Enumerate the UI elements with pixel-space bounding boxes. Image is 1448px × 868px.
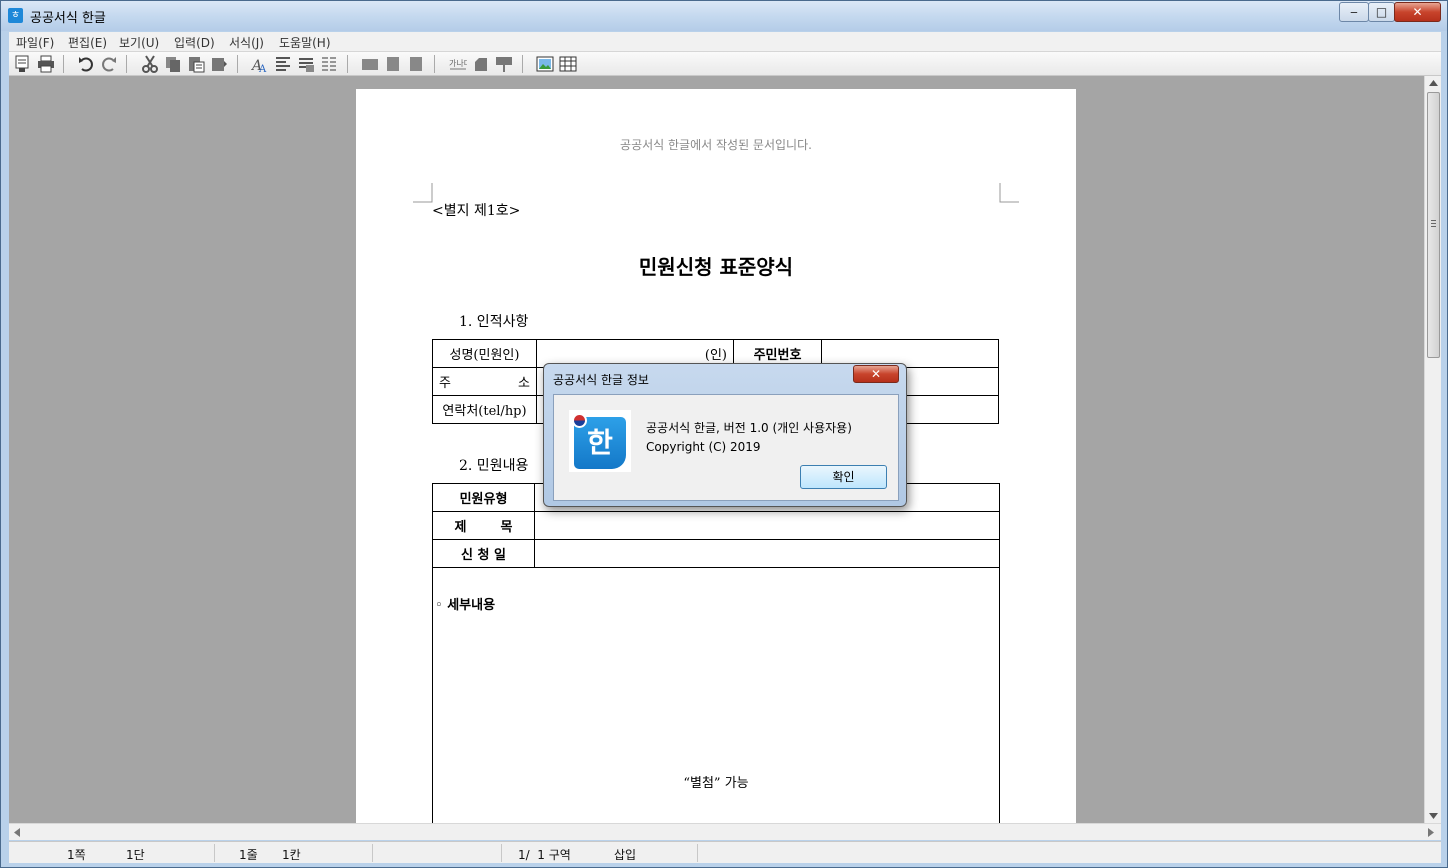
copy-icon[interactable] (164, 55, 182, 73)
page-icon[interactable] (407, 55, 425, 73)
section-personal-heading: 1. 인적사항 (459, 314, 529, 330)
vertical-scroll-thumb[interactable] (1427, 92, 1440, 358)
detail-label: ◦ 세부내용 (435, 598, 496, 613)
paste-icon[interactable] (187, 55, 205, 73)
dialog-copyright-text: Copyright (C) 2019 (646, 440, 761, 454)
font-icon[interactable]: AA (251, 55, 269, 73)
redo-icon[interactable] (100, 55, 118, 73)
toolbar-separator (347, 55, 348, 73)
menu-view[interactable]: 보기(U) (119, 34, 159, 51)
contact-label: 연락처(tel/hp) (432, 395, 537, 424)
status-separator (214, 844, 215, 862)
complaint-type-label: 민원유형 (432, 483, 535, 512)
request-date-label: 신 청 일 (432, 539, 535, 568)
status-line: 1줄 (239, 848, 258, 862)
menu-bar: 파일(F) 편집(E) 보기(U) 입력(D) 서식(J) 도움말(H) (9, 32, 1441, 52)
document-header: 공공서식 한글에서 작성된 문서입니다. (620, 138, 812, 152)
menu-file[interactable]: 파일(F) (16, 34, 54, 51)
margin-corner-mark (999, 183, 1019, 203)
maximize-button[interactable]: □ (1368, 2, 1395, 22)
presentation-icon[interactable] (495, 55, 513, 73)
textbox-icon[interactable] (384, 55, 402, 73)
name-label: 성명(민원인) (432, 339, 537, 368)
shape-icon[interactable] (361, 55, 379, 73)
style-icon[interactable] (297, 55, 315, 73)
toolbar-separator (126, 55, 127, 73)
dialog-version-text: 공공서식 한글, 버전 1.0 (개인 사용자용) (646, 421, 852, 435)
stamp-icon[interactable] (472, 55, 490, 73)
request-date-field[interactable] (534, 539, 1000, 568)
scroll-right-icon[interactable] (1428, 828, 1434, 837)
menu-help[interactable]: 도움말(H) (279, 34, 331, 51)
dialog-title: 공공서식 한글 정보 (553, 373, 649, 387)
scroll-left-icon[interactable] (14, 828, 20, 837)
menu-edit[interactable]: 편집(E) (68, 34, 107, 51)
app-icon: ㅎ (8, 8, 23, 23)
about-dialog: 공공서식 한글 정보 ✕ 한 공공서식 한글, 버전 1.0 (개인 사용자용)… (543, 363, 907, 507)
image-icon[interactable] (536, 55, 554, 73)
document-title: 민원신청 표준양식 (638, 255, 794, 279)
attachment-note: “별첨” 가능 (683, 776, 749, 791)
status-char: 1칸 (282, 848, 301, 862)
svg-text:가나다: 가나다 (449, 59, 467, 68)
toolbar-separator (434, 55, 435, 73)
annex-label: <별지 제1호> (432, 203, 521, 219)
table-icon[interactable] (559, 55, 577, 73)
main-window: ㅎ 공공서식 한글 ‒ □ ✕ 파일(F) 편집(E) 보기(U) 입력(D) … (0, 0, 1448, 868)
print-preview-icon[interactable] (13, 55, 31, 73)
columns-icon[interactable] (320, 55, 338, 73)
character-map-icon[interactable]: 가나다 (449, 55, 467, 73)
complaint-table: 민원유형 제목 신 청 일 ◦ 세부내용 “별첨” 가능 (432, 483, 1000, 823)
ok-button[interactable]: 확인 (800, 465, 887, 489)
status-bar: 1쪽 1단 1줄 1칸 1/ 1 구역 삽입 (9, 841, 1441, 863)
scroll-up-icon[interactable] (1429, 80, 1438, 86)
app-logo: 한 (569, 410, 631, 472)
subject-field[interactable] (534, 511, 1000, 540)
format-painter-icon[interactable] (210, 55, 228, 73)
status-mode[interactable]: 삽입 (614, 846, 636, 863)
toolbar-separator (522, 55, 523, 73)
table-row: ◦ 세부내용 “별첨” 가능 (432, 567, 1000, 823)
status-page: 1쪽 (67, 848, 86, 862)
vertical-scrollbar[interactable] (1424, 76, 1441, 823)
undo-icon[interactable] (77, 55, 95, 73)
cut-icon[interactable] (141, 55, 159, 73)
dialog-close-button[interactable]: ✕ (853, 365, 899, 383)
print-icon[interactable] (37, 55, 55, 73)
menu-insert[interactable]: 입력(D) (174, 34, 215, 51)
scroll-down-icon[interactable] (1429, 813, 1438, 819)
dialog-body: 한 공공서식 한글, 버전 1.0 (개인 사용자용) Copyright (C… (553, 394, 899, 501)
margin-corner-mark (413, 183, 433, 203)
status-separator (501, 844, 502, 862)
svg-text:A: A (258, 64, 267, 73)
paragraph-icon[interactable] (274, 55, 292, 73)
subject-label: 제목 (432, 511, 535, 540)
table-row: 신 청 일 (432, 539, 1000, 568)
window-title: 공공서식 한글 (30, 11, 106, 26)
toolbar-separator (63, 55, 64, 73)
table-row: 제목 (432, 511, 1000, 540)
title-bar: ㅎ 공공서식 한글 ‒ □ ✕ (1, 1, 1447, 31)
status-section: 1/ 1 구역 (518, 848, 571, 862)
address-label: 주소 (432, 367, 537, 396)
menu-format[interactable]: 서식(J) (229, 34, 264, 51)
status-column: 1단 (126, 848, 145, 862)
close-button[interactable]: ✕ (1394, 2, 1441, 22)
status-separator (372, 844, 373, 862)
horizontal-scrollbar[interactable] (9, 823, 1441, 840)
minimize-button[interactable]: ‒ (1339, 2, 1369, 22)
status-separator (697, 844, 698, 862)
detail-content-cell[interactable]: ◦ 세부내용 “별첨” 가능 (432, 567, 1000, 823)
toolbar-separator (237, 55, 238, 73)
toolbar: AA 가나다 (9, 52, 1441, 76)
section-complaint-heading: 2. 민원내용 (459, 458, 529, 474)
